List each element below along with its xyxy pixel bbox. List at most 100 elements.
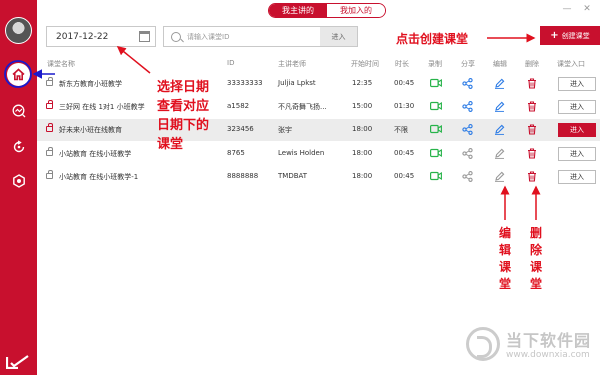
lock-icon (46, 147, 53, 156)
video-icon[interactable] (430, 101, 442, 113)
delete-note-char: 除 (529, 243, 542, 257)
settings-nav-button[interactable] (8, 170, 29, 191)
col-teacher: 主讲老师 (278, 60, 306, 68)
delete-note-char: 删 (529, 226, 542, 240)
class-start-time: 15:00 (352, 102, 373, 110)
class-duration: 00:45 (394, 149, 415, 157)
enter-class-button[interactable]: 进入 (558, 100, 596, 114)
class-start-time: 18:00 (352, 125, 373, 133)
class-teacher: TMDBAT (278, 172, 308, 180)
enter-class-button[interactable]: 进入 (558, 170, 596, 184)
share-icon[interactable] (462, 148, 474, 160)
class-id: 323456 (227, 125, 254, 133)
video-icon[interactable] (430, 124, 442, 136)
date-note-line: 课堂 (157, 137, 184, 152)
class-teacher: 张宇 (278, 126, 292, 134)
room-id-input[interactable] (187, 32, 317, 41)
table-row[interactable]: 小站教育 在线小班教学 8765 Lewis Holden 18:00 00:45 进入 (37, 143, 600, 165)
trash-icon[interactable] (527, 171, 539, 183)
edit-note-char: 课 (498, 260, 511, 274)
table-row[interactable]: 新东方教育小班教学 33333333 Juljia Lpkst 12:35 00:45 进… (37, 73, 600, 95)
col-record: 录制 (428, 60, 442, 68)
col-delete: 删除 (525, 60, 539, 68)
class-name: 三好网 在线 1对1 小班教学 (59, 103, 145, 111)
col-duration: 时长 (395, 60, 409, 68)
chart-icon (12, 104, 25, 117)
col-entry: 课堂入口 (557, 60, 585, 68)
app-logo-icon (6, 355, 29, 369)
class-start-time: 12:35 (352, 79, 373, 87)
edit-note-char: 编 (498, 226, 511, 240)
class-start-time: 18:00 (352, 149, 373, 157)
calendar-icon[interactable] (139, 31, 150, 42)
pencil-icon[interactable] (494, 124, 506, 136)
class-id: 8888888 (227, 172, 259, 180)
class-id: 8765 (227, 149, 245, 157)
date-note-line: 查看对应 (157, 99, 210, 114)
plus-icon: + (550, 30, 559, 41)
trash-icon[interactable] (527, 148, 539, 160)
pencil-icon[interactable] (494, 171, 506, 183)
stats-nav-button[interactable] (8, 100, 29, 121)
search-icon (171, 31, 181, 42)
share-icon[interactable] (462, 171, 474, 183)
create-annotation: 点击创建课堂 (396, 32, 469, 46)
class-duration: 00:45 (394, 79, 415, 87)
sidebar (0, 0, 37, 375)
window-controls: — ✕ (562, 4, 592, 14)
col-edit: 编辑 (493, 60, 507, 68)
class-duration: 00:45 (394, 172, 415, 180)
search-enter-button[interactable]: 进入 (320, 27, 357, 46)
history-nav-button[interactable] (8, 136, 29, 157)
table-row[interactable]: 小站教育 在线小班教学-1 8888888 TMDBAT 18:00 00:45 进入 (37, 166, 600, 188)
share-icon[interactable] (462, 78, 474, 90)
col-start: 开始时间 (351, 60, 379, 68)
watermark: 当下软件园 www.downxia.com (466, 323, 596, 368)
class-duration: 不限 (394, 126, 408, 134)
lock-icon (46, 77, 53, 86)
watermark-title: 当下软件园 (506, 331, 592, 350)
minimize-icon[interactable]: — (562, 4, 572, 14)
enter-class-button[interactable]: 进入 (558, 147, 596, 161)
edit-note-char: 辑 (498, 243, 511, 257)
class-name: 好未来小班在线教育 (59, 126, 122, 134)
pencil-icon[interactable] (494, 78, 506, 90)
table-row[interactable]: 好未来小班在线教育 323456 张宇 18:00 不限 进入 (37, 119, 600, 141)
share-icon[interactable] (462, 124, 474, 136)
create-class-label: 创建课堂 (561, 31, 590, 40)
tab-joined[interactable]: 我加入的 (327, 4, 385, 17)
tab-hosted[interactable]: 我主讲的 (269, 4, 327, 17)
pencil-icon[interactable] (494, 148, 506, 160)
video-icon[interactable] (430, 148, 442, 160)
lock-icon (46, 123, 53, 132)
class-teacher: Juljia Lpkst (278, 79, 316, 87)
class-id: 33333333 (227, 79, 263, 87)
date-note-line: 日期下的 (157, 118, 210, 133)
col-share: 分享 (461, 60, 475, 68)
pencil-icon[interactable] (494, 101, 506, 113)
class-teacher: Lewis Holden (278, 149, 325, 157)
refresh-icon (13, 139, 24, 152)
watermark-url: www.downxia.com (506, 350, 590, 360)
share-icon[interactable] (462, 101, 474, 113)
watermark-logo-icon (466, 327, 500, 361)
date-note-line: 选择日期 (157, 80, 210, 95)
enter-class-button[interactable]: 进入 (558, 123, 596, 137)
avatar[interactable] (5, 17, 32, 44)
date-annotation: 选择日期 查看对应 日期下的 课堂 (157, 78, 209, 154)
date-picker[interactable]: 2017-12-22 (46, 26, 156, 47)
class-teacher: 不凡奇舞飞扬... (278, 103, 327, 111)
enter-class-button[interactable]: 进入 (558, 77, 596, 91)
lock-icon (46, 100, 53, 109)
close-icon[interactable]: ✕ (582, 4, 592, 14)
video-icon[interactable] (430, 78, 442, 90)
class-name: 新东方教育小班教学 (59, 80, 122, 88)
class-id: a1582 (227, 102, 250, 110)
trash-icon[interactable] (527, 124, 539, 136)
video-icon[interactable] (430, 171, 442, 183)
view-tabs: 我主讲的 我加入的 (268, 3, 386, 18)
create-class-button[interactable]: + 创建课堂 (540, 26, 600, 45)
trash-icon[interactable] (527, 78, 539, 90)
trash-icon[interactable] (527, 101, 539, 113)
table-row[interactable]: 三好网 在线 1对1 小班教学 a1582 不凡奇舞飞扬... 15:00 01:30 进… (37, 96, 600, 118)
